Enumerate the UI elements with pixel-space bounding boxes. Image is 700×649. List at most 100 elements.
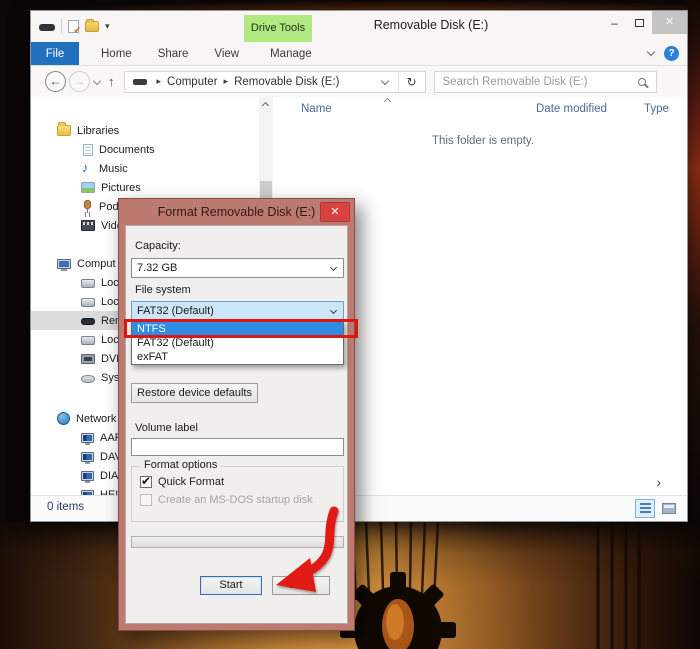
desktop-right-edge: [687, 0, 700, 524]
file-system-value: FAT32 (Default): [137, 305, 214, 317]
address-dropdown-icon[interactable]: [381, 76, 390, 85]
column-header-name[interactable]: Name: [301, 103, 332, 115]
properties-icon[interactable]: [68, 19, 81, 36]
volume-label-label: Volume label: [135, 422, 198, 434]
file-system-dropdown-list: NTFS FAT32 (Default) exFAT: [131, 321, 344, 365]
network-pc-icon: [81, 432, 94, 445]
tab-file[interactable]: File: [31, 42, 79, 65]
refresh-icon[interactable]: ↻: [406, 75, 418, 89]
format-options-label: Format options: [140, 459, 222, 471]
sidebar-item-pictures[interactable]: Pictures: [31, 178, 259, 197]
volume-label-input[interactable]: [131, 438, 344, 456]
computer-icon: [57, 258, 71, 271]
disk-icon: [81, 297, 95, 307]
tab-share[interactable]: Share: [145, 42, 202, 65]
drive-icon: [39, 23, 55, 31]
msdos-checkbox: [140, 494, 152, 506]
scroll-up-icon[interactable]: [261, 101, 270, 110]
empty-folder-message: This folder is empty.: [431, 135, 535, 147]
videos-icon: [81, 220, 95, 231]
search-box: [433, 70, 657, 93]
capacity-label: Capacity:: [135, 240, 181, 252]
capacity-value: 7.32 GB: [137, 262, 178, 274]
sort-ascending-icon: [383, 97, 392, 106]
disk-icon: [81, 278, 95, 288]
disk-icon: [81, 335, 95, 345]
window-title: Removable Disk (E:): [373, 18, 489, 32]
podcast-icon: [81, 200, 93, 213]
libraries-folder-icon: [57, 122, 71, 136]
dialog-close-button[interactable]: ✕: [320, 202, 350, 222]
network-pc-icon: [81, 470, 94, 483]
sidebar-item-label: Music: [99, 162, 128, 175]
close-window-button[interactable]: ✕: [652, 11, 687, 34]
restore-defaults-button[interactable]: Restore device defaults: [131, 383, 258, 403]
thumbnails-view-icon: [662, 503, 676, 514]
column-header-type[interactable]: Type: [644, 103, 669, 115]
details-view-icon: [639, 503, 651, 514]
breadcrumb-computer[interactable]: Computer: [167, 76, 218, 88]
location-drive-icon: [132, 79, 147, 85]
quick-format-label: Quick Format: [158, 476, 225, 488]
new-folder-icon[interactable]: [85, 18, 99, 32]
sidebar-item-documents[interactable]: Documents: [31, 140, 259, 159]
ribbon-tab-row: File Home Share View Manage ?: [31, 42, 687, 66]
file-system-combobox[interactable]: FAT32 (Default): [131, 301, 344, 321]
network-icon: [57, 412, 70, 425]
thumbnails-view-button[interactable]: [659, 499, 679, 518]
file-system-label: File system: [135, 284, 191, 296]
quick-format-row[interactable]: Quick Format: [132, 474, 343, 488]
pictures-icon: [81, 182, 95, 193]
document-icon: [83, 143, 93, 156]
tab-home[interactable]: Home: [88, 42, 145, 65]
help-icon[interactable]: ?: [664, 46, 679, 61]
expand-ribbon-icon[interactable]: [646, 47, 656, 57]
sidebar-item-music[interactable]: Music: [31, 159, 259, 178]
sidebar-item-label: Pictures: [101, 181, 141, 194]
system-drive-icon: [81, 374, 95, 383]
tab-manage[interactable]: Manage: [257, 42, 325, 65]
customize-toolbar-icon[interactable]: ▾: [105, 21, 110, 32]
toolbar-separator: [61, 19, 62, 33]
option-exfat[interactable]: exFAT: [132, 350, 343, 364]
search-input[interactable]: [434, 75, 638, 88]
column-header-date-modified[interactable]: Date modified: [536, 103, 607, 115]
sidebar-item-label: Network: [76, 412, 117, 425]
contextual-tab-drive-tools[interactable]: Drive Tools: [244, 15, 312, 42]
dialog-title: Format Removable Disk (E:): [157, 205, 316, 219]
search-icon[interactable]: [637, 77, 646, 86]
caption-buttons: – ✕: [602, 11, 687, 34]
maximize-button[interactable]: [627, 12, 652, 34]
breadcrumb-removable-disk[interactable]: Removable Disk (E:): [234, 76, 339, 88]
sidebar-item-label: Comput: [77, 257, 116, 270]
recent-locations-icon[interactable]: [92, 76, 102, 85]
minimize-button[interactable]: –: [602, 12, 627, 34]
desktop-background: ▾ Drive Tools Removable Disk (E:) – ✕ Fi…: [0, 0, 700, 649]
music-icon: [81, 160, 93, 175]
chevron-down-icon: [329, 306, 338, 315]
forward-button[interactable]: →: [69, 71, 90, 92]
removable-drive-icon: [81, 318, 95, 325]
option-ntfs[interactable]: NTFS: [132, 322, 343, 336]
maximize-icon: [635, 18, 644, 27]
capacity-combobox[interactable]: 7.32 GB: [131, 258, 344, 278]
details-view-button[interactable]: [635, 499, 655, 518]
breadcrumb-separator: ▸: [156, 76, 162, 86]
option-fat32[interactable]: FAT32 (Default): [132, 336, 343, 350]
quick-format-checkbox[interactable]: [140, 474, 152, 488]
title-bar: ▾ Drive Tools Removable Disk (E:) – ✕: [31, 11, 687, 42]
navigation-bar: ← → ↑ ▸ Computer ▸ Removable Disk (E:) ↻: [31, 66, 687, 97]
tab-view[interactable]: View: [201, 42, 252, 65]
chevron-down-icon: [329, 263, 338, 272]
items-count: 0 items: [47, 501, 85, 513]
sidebar-item-label: Documents: [99, 143, 155, 156]
scroll-right-icon[interactable]: ›: [656, 475, 661, 489]
network-pc-icon: [81, 451, 94, 464]
back-button[interactable]: ←: [45, 71, 66, 92]
sidebar-item-label: Libraries: [77, 124, 120, 137]
sidebar-item-libraries[interactable]: Libraries: [31, 121, 259, 140]
annotation-arrow: [276, 506, 339, 592]
divider: [398, 71, 400, 92]
breadcrumb[interactable]: ▸ Computer ▸ Removable Disk (E:) ↻: [123, 70, 426, 93]
up-button[interactable]: ↑: [108, 74, 115, 89]
